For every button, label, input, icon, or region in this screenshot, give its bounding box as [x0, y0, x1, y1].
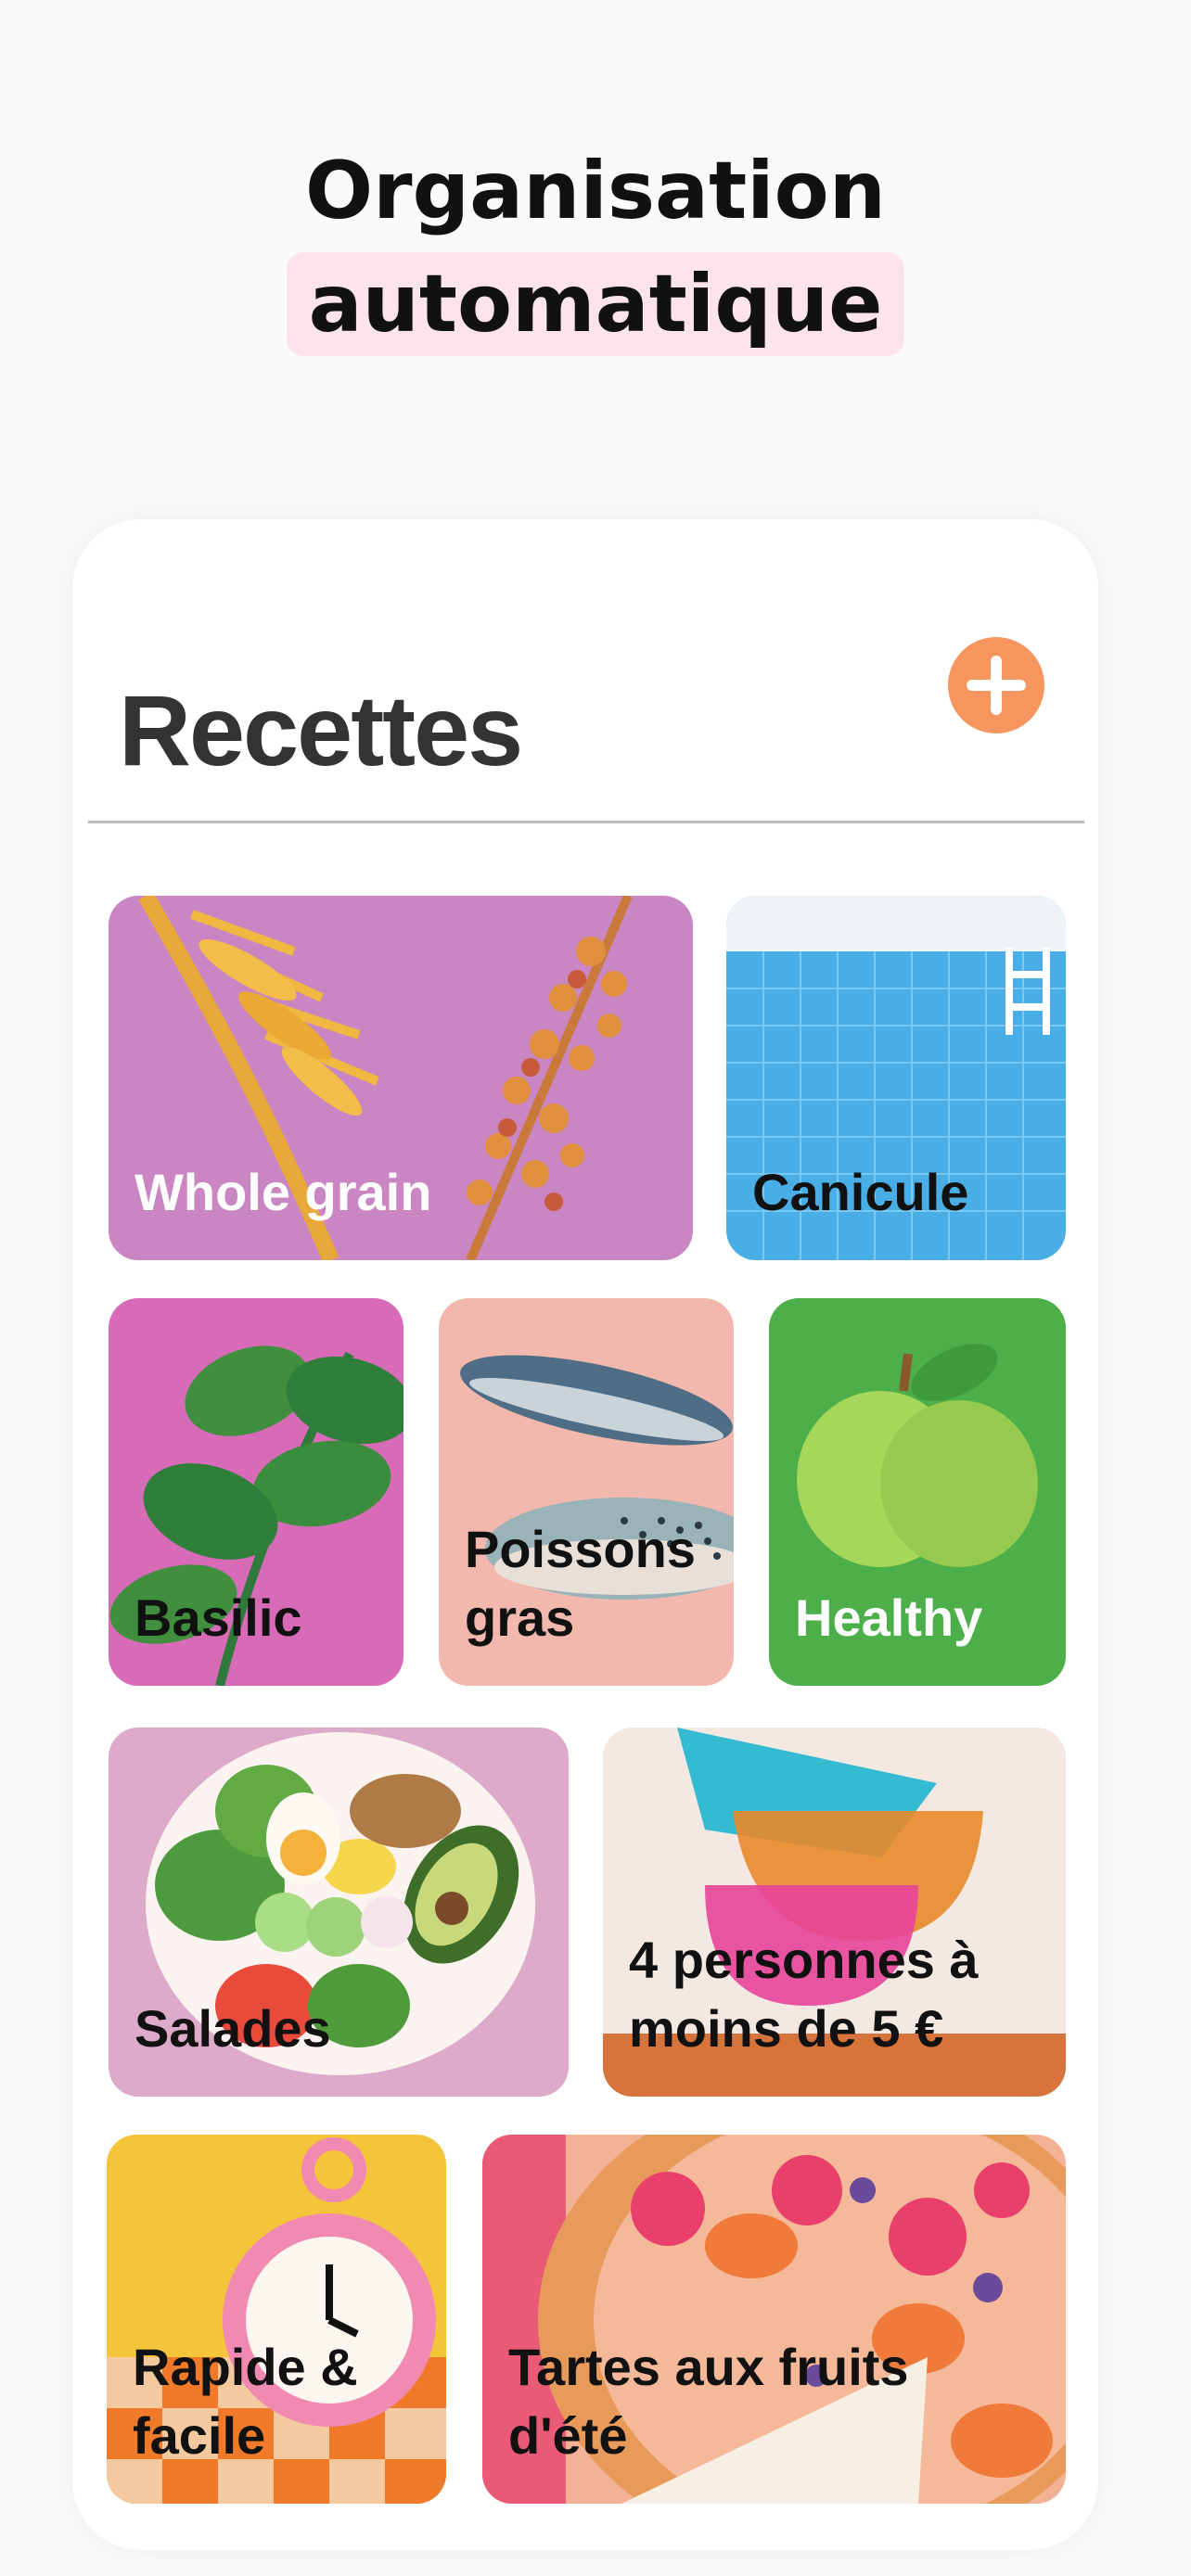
header-divider [88, 821, 1084, 823]
category-tile-salades[interactable]: Salades [109, 1728, 569, 2097]
category-tile-healthy[interactable]: Healthy [769, 1298, 1066, 1686]
headline-line-1: Organisation [305, 145, 886, 237]
promo-headline: Organisation automatique [0, 139, 1191, 356]
category-label: 4 personnes à moins de 5 € [629, 1931, 979, 2058]
category-label: Basilic [134, 1588, 302, 1647]
category-label: Salades [134, 1999, 331, 2058]
category-tile-tartes[interactable]: Tartes aux fruits d'été [482, 2135, 1066, 2504]
category-label: Poissons gras [465, 1520, 696, 1647]
category-label: Tartes aux fruits d'été [508, 2338, 909, 2465]
plus-icon [967, 656, 1026, 715]
page-title: Recettes [119, 674, 523, 786]
category-label: Healthy [795, 1588, 983, 1647]
phone-screen: Recettes Whole grain Canicule Basilic Po… [72, 519, 1098, 2550]
headline-line-2: automatique [286, 252, 905, 356]
category-label: Canicule [752, 1163, 969, 1221]
category-tile-poissons-gras[interactable]: Poissons gras [439, 1298, 734, 1686]
add-recipe-button[interactable] [948, 637, 1044, 733]
category-tile-basilic[interactable]: Basilic [109, 1298, 403, 1686]
category-label: Rapide & facile [133, 2338, 358, 2465]
category-tile-canicule[interactable]: Canicule [726, 896, 1066, 1260]
category-label: Whole grain [134, 1163, 432, 1221]
category-tile-rapide-facile[interactable]: Rapide & facile [107, 2135, 446, 2504]
category-tile-whole-grain[interactable]: Whole grain [109, 896, 693, 1260]
category-tile-4-personnes[interactable]: 4 personnes à moins de 5 € [603, 1728, 1066, 2097]
